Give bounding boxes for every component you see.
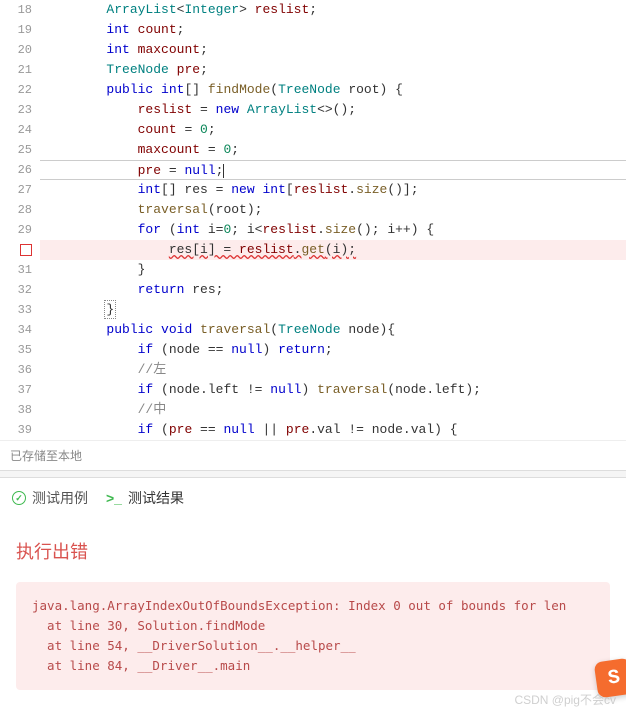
code-line[interactable]: 21 TreeNode pre;	[0, 60, 626, 80]
code-line[interactable]: 33 }	[0, 300, 626, 320]
error-trace: java.lang.ArrayIndexOutOfBoundsException…	[16, 582, 610, 690]
tab-result[interactable]: >_ 测试结果	[106, 488, 184, 508]
code-line[interactable]: 39 if (pre == null || pre.val != node.va…	[0, 420, 626, 440]
code-line[interactable]: 18 ArrayList<Integer> reslist;	[0, 0, 626, 20]
tab-testcase-label: 测试用例	[32, 488, 88, 508]
code-line[interactable]: 19 int count;	[0, 20, 626, 40]
code-line[interactable]: res[i] = reslist.get(i);	[0, 240, 626, 260]
line-number	[0, 240, 40, 260]
tab-result-label: 测试结果	[128, 488, 184, 508]
text-cursor	[223, 164, 224, 178]
code-content[interactable]: //中	[40, 400, 626, 420]
saved-status: 已存储至本地	[0, 440, 626, 470]
line-number: 28	[0, 200, 40, 220]
line-number: 33	[0, 300, 40, 320]
code-content[interactable]: int maxcount;	[40, 40, 626, 60]
result-tabs: ✓ 测试用例 >_ 测试结果	[0, 478, 626, 518]
line-number: 23	[0, 100, 40, 120]
code-line[interactable]: 25 maxcount = 0;	[0, 140, 626, 160]
code-content[interactable]: }	[40, 260, 626, 280]
panel-divider[interactable]	[0, 470, 626, 478]
code-content[interactable]: public int[] findMode(TreeNode root) {	[40, 80, 626, 100]
code-content[interactable]: if (node == null) return;	[40, 340, 626, 360]
code-editor[interactable]: 18 ArrayList<Integer> reslist;19 int cou…	[0, 0, 626, 440]
code-line[interactable]: 38 //中	[0, 400, 626, 420]
code-line[interactable]: 31 }	[0, 260, 626, 280]
code-content[interactable]: int count;	[40, 20, 626, 40]
line-number: 29	[0, 220, 40, 240]
line-number: 35	[0, 340, 40, 360]
code-line[interactable]: 20 int maxcount;	[0, 40, 626, 60]
watermark-text: CSDN @pig不会cv	[514, 691, 616, 708]
code-content[interactable]: int[] res = new int[reslist.size()];	[40, 180, 626, 200]
code-content[interactable]: for (int i=0; i<reslist.size(); i++) {	[40, 220, 626, 240]
code-content[interactable]: res[i] = reslist.get(i);	[40, 240, 626, 260]
check-icon: ✓	[12, 491, 26, 505]
code-line[interactable]: 34 public void traversal(TreeNode node){	[0, 320, 626, 340]
code-line[interactable]: 35 if (node == null) return;	[0, 340, 626, 360]
error-panel: 执行出错 java.lang.ArrayIndexOutOfBoundsExce…	[0, 518, 626, 710]
code-line[interactable]: 24 count = 0;	[0, 120, 626, 140]
line-number: 31	[0, 260, 40, 280]
line-number: 37	[0, 380, 40, 400]
code-line[interactable]: 32 return res;	[0, 280, 626, 300]
code-line[interactable]: 26 pre = null;	[0, 160, 626, 180]
error-title: 执行出错	[16, 538, 610, 564]
code-content[interactable]: if (node.left != null) traversal(node.le…	[40, 380, 626, 400]
error-marker-icon	[20, 244, 32, 256]
line-number: 18	[0, 0, 40, 20]
code-content[interactable]: ArrayList<Integer> reslist;	[40, 0, 626, 20]
line-number: 32	[0, 280, 40, 300]
terminal-icon: >_	[106, 490, 122, 506]
code-content[interactable]: }	[40, 300, 626, 320]
code-line[interactable]: 23 reslist = new ArrayList<>();	[0, 100, 626, 120]
line-number: 25	[0, 140, 40, 160]
code-content[interactable]: public void traversal(TreeNode node){	[40, 320, 626, 340]
code-line[interactable]: 28 traversal(root);	[0, 200, 626, 220]
code-content[interactable]: traversal(root);	[40, 200, 626, 220]
line-number: 36	[0, 360, 40, 380]
code-line[interactable]: 37 if (node.left != null) traversal(node…	[0, 380, 626, 400]
code-content[interactable]: maxcount = 0;	[40, 140, 626, 160]
line-number: 38	[0, 400, 40, 420]
line-number: 34	[0, 320, 40, 340]
line-number: 20	[0, 40, 40, 60]
code-content[interactable]: if (pre == null || pre.val != node.val) …	[40, 420, 626, 440]
code-line[interactable]: 36 //左	[0, 360, 626, 380]
line-number: 19	[0, 20, 40, 40]
tab-testcase[interactable]: ✓ 测试用例	[12, 488, 88, 508]
code-line[interactable]: 27 int[] res = new int[reslist.size()];	[0, 180, 626, 200]
code-content[interactable]: TreeNode pre;	[40, 60, 626, 80]
code-content[interactable]: count = 0;	[40, 120, 626, 140]
line-number: 39	[0, 420, 40, 440]
code-line[interactable]: 22 public int[] findMode(TreeNode root) …	[0, 80, 626, 100]
line-number: 24	[0, 120, 40, 140]
line-number: 21	[0, 60, 40, 80]
line-number: 27	[0, 180, 40, 200]
line-number: 26	[0, 160, 40, 180]
code-content[interactable]: reslist = new ArrayList<>();	[40, 100, 626, 120]
code-content[interactable]: //左	[40, 360, 626, 380]
code-line[interactable]: 29 for (int i=0; i<reslist.size(); i++) …	[0, 220, 626, 240]
code-content[interactable]: return res;	[40, 280, 626, 300]
line-number: 22	[0, 80, 40, 100]
code-content[interactable]: pre = null;	[40, 160, 626, 180]
